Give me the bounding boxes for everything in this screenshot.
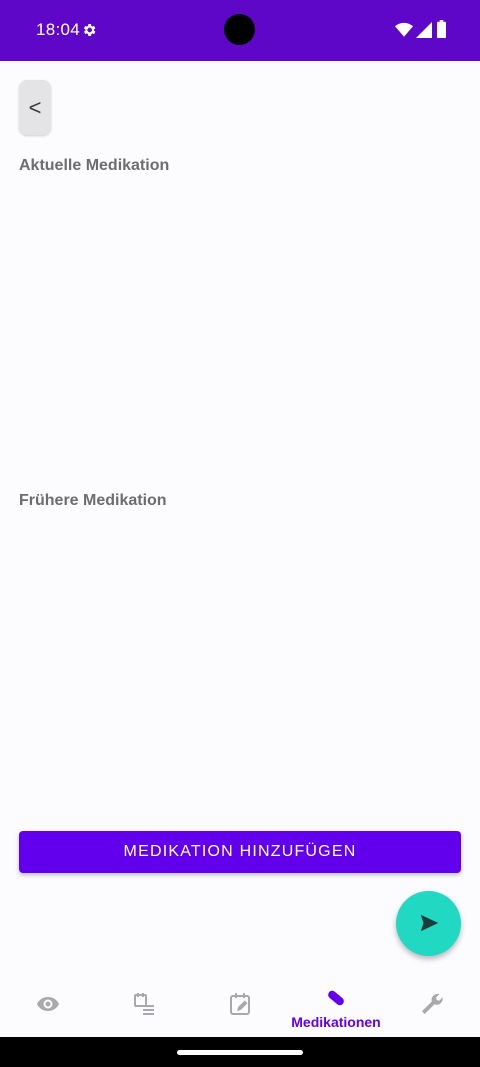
nav-item-settings[interactable] — [384, 975, 480, 1037]
gesture-handle[interactable] — [177, 1050, 303, 1055]
calendar-note-icon — [230, 993, 250, 1015]
send-fab[interactable] — [396, 891, 461, 956]
nav-item-overview[interactable] — [0, 975, 96, 1037]
camera-cutout — [224, 14, 255, 45]
nav-item-calendar[interactable] — [192, 975, 288, 1037]
eye-icon — [37, 997, 59, 1011]
play-arrow-icon — [420, 914, 439, 932]
status-bar: 18:04 — [0, 0, 480, 61]
pill-icon — [328, 990, 344, 1006]
wrench-icon — [422, 993, 443, 1014]
past-medication-title: Frühere Medikation — [19, 492, 167, 509]
status-time: 18:04 — [36, 20, 81, 39]
battery-icon — [437, 20, 446, 38]
current-medication-title: Aktuelle Medikation — [19, 157, 170, 174]
nav-label-medications: Medikationen — [291, 1014, 381, 1030]
back-button[interactable]: < — [19, 80, 51, 135]
wifi-icon — [395, 22, 413, 37]
nav-item-schedule[interactable] — [96, 975, 192, 1037]
cellular-signal-icon — [416, 22, 432, 38]
calendar-list-icon — [134, 993, 154, 1015]
nav-item-medications[interactable]: Medikationen — [288, 975, 384, 1037]
gear-icon — [83, 24, 96, 36]
bottom-navigation: Medikationen — [0, 975, 480, 1037]
gesture-navigation-bar — [0, 1037, 480, 1067]
add-medication-button[interactable]: MEDIKATION HINZUFÜGEN — [19, 831, 461, 873]
